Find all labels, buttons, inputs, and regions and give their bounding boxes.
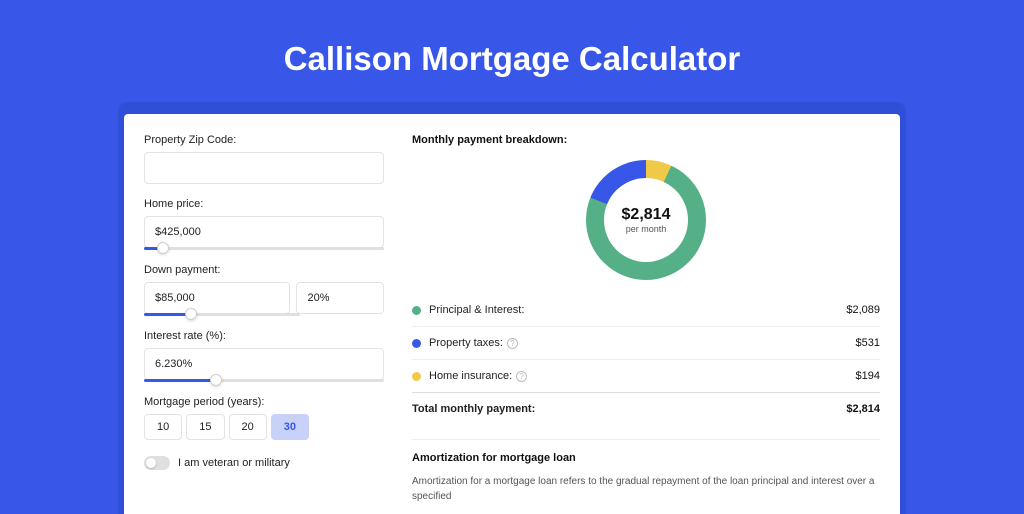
calculator-panel: Property Zip Code: Home price: Down paym… xyxy=(124,114,900,514)
period-option-20[interactable]: 20 xyxy=(229,414,267,440)
down-amount-input[interactable] xyxy=(144,282,290,314)
down-pct-input[interactable] xyxy=(296,282,384,314)
price-group: Home price: xyxy=(144,198,384,250)
donut-chart: $2,814 per month xyxy=(586,160,706,280)
help-icon[interactable]: ? xyxy=(507,338,518,349)
value-total: $2,814 xyxy=(846,403,880,415)
period-option-15[interactable]: 15 xyxy=(186,414,224,440)
price-slider-thumb[interactable] xyxy=(157,242,169,254)
rate-slider-thumb[interactable] xyxy=(210,374,222,386)
dot-insurance xyxy=(412,372,421,381)
donut-center: $2,814 per month xyxy=(604,178,688,262)
form-column: Property Zip Code: Home price: Down paym… xyxy=(144,134,384,514)
veteran-toggle[interactable] xyxy=(144,456,170,470)
down-label: Down payment: xyxy=(144,264,384,276)
amort-title: Amortization for mortgage loan xyxy=(412,452,880,464)
rate-input[interactable] xyxy=(144,348,384,380)
dot-taxes xyxy=(412,339,421,348)
down-slider-thumb[interactable] xyxy=(185,308,197,320)
breakdown-heading: Monthly payment breakdown: xyxy=(412,134,880,146)
label-principal: Principal & Interest: xyxy=(429,304,846,316)
dot-principal xyxy=(412,306,421,315)
value-insurance: $194 xyxy=(856,370,880,382)
period-options: 10 15 20 30 xyxy=(144,414,384,440)
period-label: Mortgage period (years): xyxy=(144,396,384,408)
veteran-label: I am veteran or military xyxy=(178,457,290,469)
label-insurance: Home insurance: ? xyxy=(429,370,856,382)
row-total: Total monthly payment: $2,814 xyxy=(412,392,880,425)
zip-label: Property Zip Code: xyxy=(144,134,384,146)
row-property-taxes: Property taxes: ? $531 xyxy=(412,326,880,359)
breakdown-list: Principal & Interest: $2,089 Property ta… xyxy=(412,294,880,425)
amortization-section: Amortization for mortgage loan Amortizat… xyxy=(412,439,880,504)
rate-slider[interactable] xyxy=(144,379,384,382)
donut-wrap: $2,814 per month xyxy=(412,160,880,280)
amort-text: Amortization for a mortgage loan refers … xyxy=(412,474,880,504)
period-group: Mortgage period (years): 10 15 20 30 xyxy=(144,396,384,440)
down-slider[interactable] xyxy=(144,313,300,316)
value-principal: $2,089 xyxy=(846,304,880,316)
help-icon[interactable]: ? xyxy=(516,371,527,382)
label-taxes: Property taxes: ? xyxy=(429,337,856,349)
donut-amount: $2,814 xyxy=(622,206,671,224)
page-title: Callison Mortgage Calculator xyxy=(0,40,1024,78)
price-slider[interactable] xyxy=(144,247,384,250)
row-principal-interest: Principal & Interest: $2,089 xyxy=(412,294,880,326)
donut-sub: per month xyxy=(626,224,667,234)
period-option-10[interactable]: 10 xyxy=(144,414,182,440)
breakdown-column: Monthly payment breakdown: $2,814 per mo… xyxy=(412,134,880,514)
calculator-frame: Property Zip Code: Home price: Down paym… xyxy=(118,102,906,514)
price-input[interactable] xyxy=(144,216,384,248)
rate-label: Interest rate (%): xyxy=(144,330,384,342)
value-taxes: $531 xyxy=(856,337,880,349)
label-total: Total monthly payment: xyxy=(412,403,846,415)
rate-group: Interest rate (%): xyxy=(144,330,384,382)
row-home-insurance: Home insurance: ? $194 xyxy=(412,359,880,392)
down-group: Down payment: xyxy=(144,264,384,316)
veteran-row: I am veteran or military xyxy=(144,456,384,470)
period-option-30[interactable]: 30 xyxy=(271,414,309,440)
zip-group: Property Zip Code: xyxy=(144,134,384,184)
price-label: Home price: xyxy=(144,198,384,210)
zip-input[interactable] xyxy=(144,152,384,184)
